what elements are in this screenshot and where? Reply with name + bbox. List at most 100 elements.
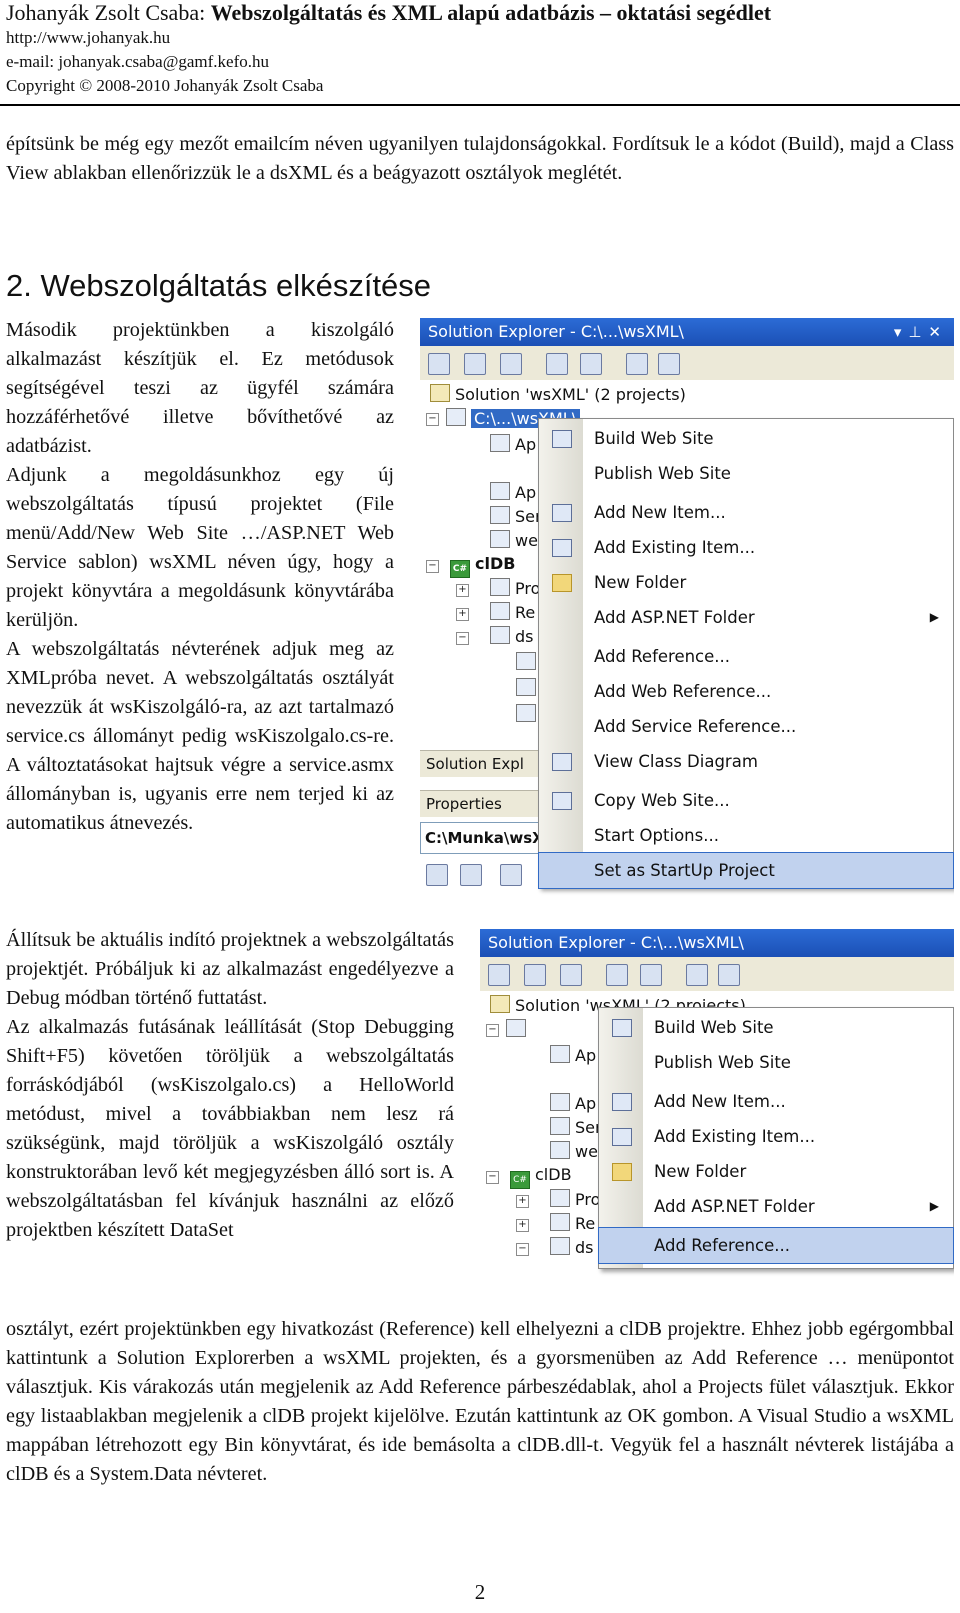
left-column-text: Második projektünkben a kiszolgáló alkal… bbox=[6, 316, 394, 838]
tree-item[interactable]: we bbox=[550, 1141, 598, 1161]
collapse-icon[interactable]: − bbox=[486, 1024, 499, 1037]
paragraph: Állítsuk be aktuális indító projektnek a… bbox=[6, 929, 454, 1009]
menu-item-add-service-reference[interactable]: Add Service Reference... bbox=[539, 709, 953, 744]
wsxml-project-node[interactable] bbox=[506, 1019, 531, 1039]
tree-item[interactable]: Ser bbox=[490, 506, 542, 526]
view-designer-icon[interactable] bbox=[640, 964, 662, 986]
expand-icon[interactable]: + bbox=[516, 1219, 529, 1232]
menu-item-add-aspnet-folder[interactable]: Add ASP.NET Folder ▶ bbox=[599, 1189, 953, 1224]
file-icon bbox=[516, 704, 536, 722]
menu-item-build-web-site[interactable]: Build Web Site bbox=[599, 1010, 953, 1045]
menu-item-add-aspnet-folder[interactable]: Add ASP.NET Folder ▶ bbox=[539, 600, 953, 635]
solution-icon bbox=[430, 384, 450, 402]
menu-item-add-new-item[interactable]: Add New Item... bbox=[539, 495, 953, 530]
dataset-icon bbox=[550, 1237, 570, 1255]
collapse-icon[interactable]: − bbox=[516, 1243, 529, 1256]
tree-item-label: Pro bbox=[515, 579, 541, 598]
refresh-icon[interactable] bbox=[464, 353, 486, 375]
refresh-icon[interactable] bbox=[524, 964, 546, 986]
solution-explorer-screenshot-2: Solution Explorer - C:\...\wsXML\ Soluti… bbox=[480, 929, 954, 1304]
left-column-text-2: Állítsuk be aktuális indító projektnek a… bbox=[6, 926, 454, 1245]
properties-icon[interactable] bbox=[488, 964, 510, 986]
tree-item[interactable]: we bbox=[490, 530, 538, 550]
menu-item-add-existing-item[interactable]: Add Existing Item... bbox=[539, 530, 953, 565]
nest-files-icon[interactable] bbox=[500, 353, 522, 375]
property-pages-icon[interactable] bbox=[500, 864, 522, 886]
tree-item[interactable]: Ap bbox=[550, 1045, 596, 1065]
menu-item-add-web-reference[interactable]: Add Web Reference... bbox=[539, 674, 953, 709]
cldb-project-node[interactable]: C# clDB bbox=[450, 554, 515, 578]
asp-config-icon[interactable] bbox=[658, 353, 680, 375]
tree-item-label: Pro bbox=[575, 1190, 601, 1209]
tree-item-label: Ap bbox=[575, 1094, 597, 1113]
tree-item[interactable]: Pro bbox=[490, 578, 540, 598]
collapse-icon[interactable]: − bbox=[456, 632, 469, 645]
csharp-project-icon: C# bbox=[450, 560, 470, 578]
menu-item-set-as-startup-project[interactable]: Set as StartUp Project bbox=[538, 852, 954, 889]
add-existing-item-icon bbox=[552, 539, 572, 557]
tree-item[interactable]: ds bbox=[490, 626, 534, 646]
solution-explorer-tab[interactable]: Solution Expl bbox=[420, 750, 556, 777]
nest-files-icon[interactable] bbox=[560, 964, 582, 986]
properties-icon[interactable] bbox=[428, 353, 450, 375]
web-config-icon[interactable] bbox=[626, 353, 648, 375]
solution-explorer-titlebar: Solution Explorer - C:\...\wsXML\ ▾⊥✕ bbox=[420, 318, 954, 346]
submenu-arrow-icon: ▶ bbox=[929, 1199, 939, 1213]
asp-config-icon[interactable] bbox=[718, 964, 740, 986]
menu-item-publish-web-site[interactable]: Publish Web Site bbox=[599, 1045, 953, 1080]
menu-item-new-folder[interactable]: New Folder bbox=[539, 565, 953, 600]
context-menu-2: Build Web Site Publish Web Site Add New … bbox=[598, 1007, 954, 1269]
view-code-icon[interactable] bbox=[606, 964, 628, 986]
solution-explorer-title: Solution Explorer - C:\...\wsXML\ bbox=[488, 933, 744, 952]
tree-item[interactable]: Ap bbox=[490, 482, 536, 502]
tree-item[interactable]: Pro bbox=[550, 1189, 600, 1209]
alphabetical-icon[interactable] bbox=[460, 864, 482, 886]
header-title-line: Johanyák Zsolt Csaba: Webszolgáltatás és… bbox=[6, 0, 946, 26]
menu-item-label: Add Service Reference... bbox=[594, 717, 797, 736]
header-divider bbox=[0, 104, 960, 106]
collapse-icon[interactable]: − bbox=[486, 1171, 499, 1184]
menu-item-add-existing-item[interactable]: Add Existing Item... bbox=[599, 1119, 953, 1154]
menu-item-add-reference[interactable]: Add Reference... bbox=[598, 1227, 954, 1264]
header-url[interactable]: http://www.johanyak.hu bbox=[6, 26, 946, 50]
dropdown-icon[interactable]: ▾ bbox=[894, 323, 909, 341]
close-icon[interactable]: ✕ bbox=[928, 323, 948, 341]
pin-icon[interactable]: ⊥ bbox=[908, 323, 928, 341]
menu-item-view-class-diagram[interactable]: View Class Diagram bbox=[539, 744, 953, 779]
menu-item-build-web-site[interactable]: Build Web Site bbox=[539, 421, 953, 456]
tree-item[interactable]: ds bbox=[550, 1237, 594, 1257]
add-new-item-icon bbox=[552, 504, 572, 522]
menu-item-label: Publish Web Site bbox=[594, 464, 731, 483]
cldb-project-node[interactable]: C# clDB bbox=[510, 1165, 572, 1189]
menu-item-add-new-item[interactable]: Add New Item... bbox=[599, 1084, 953, 1119]
tree-item[interactable]: Ap bbox=[550, 1093, 596, 1113]
view-code-icon[interactable] bbox=[546, 353, 568, 375]
menu-item-publish-web-site[interactable]: Publish Web Site bbox=[539, 456, 953, 491]
tree-item[interactable]: Re bbox=[490, 602, 535, 622]
menu-item-add-reference[interactable]: Add Reference... bbox=[539, 639, 953, 674]
header-email[interactable]: e-mail: johanyak.csaba@gamf.kefo.hu bbox=[6, 50, 946, 74]
tree-item[interactable]: Ser bbox=[550, 1117, 602, 1137]
menu-item-copy-web-site[interactable]: Copy Web Site... bbox=[539, 783, 953, 818]
menu-item-new-folder[interactable]: New Folder bbox=[599, 1154, 953, 1189]
expand-icon[interactable]: + bbox=[516, 1195, 529, 1208]
solution-explorer-titlebar: Solution Explorer - C:\...\wsXML\ bbox=[480, 929, 954, 957]
tree-item-label: Ap bbox=[515, 483, 537, 502]
collapse-icon[interactable]: − bbox=[426, 560, 439, 573]
properties-object-selector[interactable]: C:\Munka\wsX bbox=[420, 822, 554, 854]
tree-item[interactable]: Re bbox=[550, 1213, 595, 1233]
menu-item-label: Add Existing Item... bbox=[654, 1127, 816, 1146]
paragraph: Az alkalmazás futásának leállítását (Sto… bbox=[6, 1016, 454, 1241]
web-project-icon bbox=[506, 1019, 526, 1037]
menu-item-start-options[interactable]: Start Options... bbox=[539, 818, 953, 853]
web-config-icon[interactable] bbox=[686, 964, 708, 986]
view-designer-icon[interactable] bbox=[580, 353, 602, 375]
tree-item[interactable]: Ap bbox=[490, 434, 536, 454]
add-existing-item-icon bbox=[612, 1128, 632, 1146]
solution-node[interactable]: Solution 'wsXML' (2 projects) bbox=[430, 384, 686, 404]
categorized-icon[interactable] bbox=[426, 864, 448, 886]
expand-icon[interactable]: + bbox=[456, 584, 469, 597]
folder-icon bbox=[550, 1093, 570, 1111]
expand-icon[interactable]: + bbox=[456, 608, 469, 621]
collapse-icon[interactable]: − bbox=[426, 413, 439, 426]
